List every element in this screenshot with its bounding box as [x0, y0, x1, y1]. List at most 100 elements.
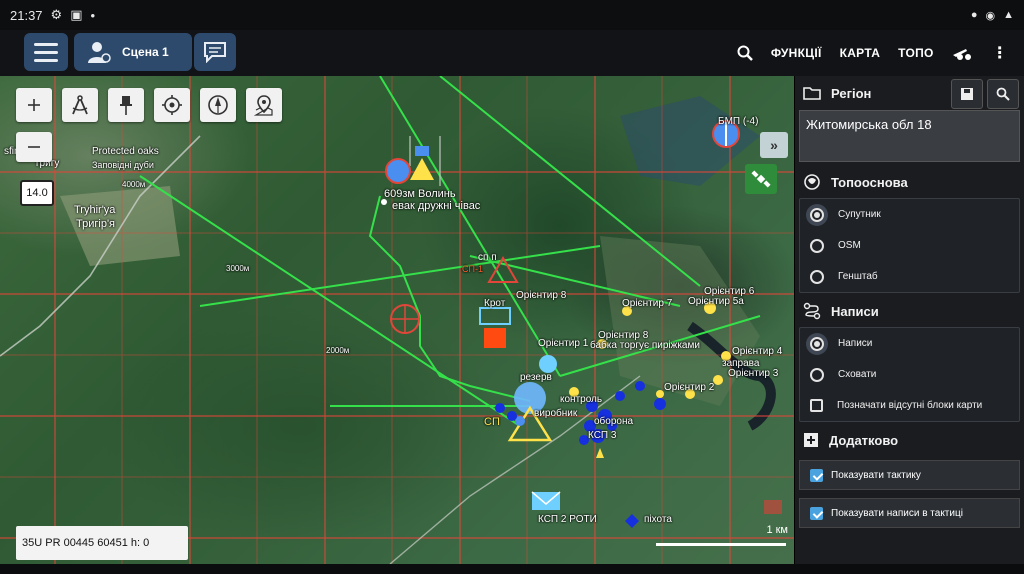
measure-button[interactable]	[62, 88, 98, 122]
collapse-panel-button[interactable]: »	[760, 132, 788, 158]
labels-title: Написи	[831, 303, 879, 319]
north-button[interactable]	[200, 88, 236, 122]
map-label: сп п	[478, 252, 497, 263]
more-icon[interactable]: ⋮	[992, 43, 1008, 63]
map-label: оборона	[594, 416, 634, 427]
region-value: Житомирська обл 18	[806, 117, 932, 132]
topo-section-header: Топооснова	[795, 166, 1024, 198]
show-tactics-option[interactable]: Показувати тактику	[799, 460, 1020, 490]
extra-title: Додатково	[829, 432, 899, 448]
labels-option-show[interactable]: Написи	[800, 328, 1019, 359]
region-title: Регіон	[831, 85, 872, 101]
region-search-button[interactable]	[987, 79, 1019, 109]
option-label: Показувати тактику	[831, 469, 921, 481]
topo-title: Топооснова	[831, 174, 908, 190]
pin-icon	[120, 96, 132, 115]
map-label: Крот	[484, 298, 506, 309]
region-input[interactable]: Житомирська обл 18	[799, 110, 1020, 162]
radio-button[interactable]	[810, 336, 824, 351]
radio-button[interactable]	[810, 367, 824, 382]
minus-icon	[28, 146, 40, 148]
map-label: 4000м	[122, 180, 146, 189]
topo-option-satellite[interactable]: Супутник	[800, 199, 1019, 230]
checkbox[interactable]	[810, 468, 823, 482]
labels-section-header: Написи	[795, 295, 1024, 327]
location-icon: ●	[970, 9, 978, 21]
map-view[interactable]: sfin Тригу Protected oaks Заповідні дуби…	[0, 76, 794, 564]
map-label: Тригір'я	[76, 218, 115, 230]
scale-line	[656, 543, 786, 546]
menu-button[interactable]	[24, 33, 68, 71]
chat-button[interactable]	[194, 33, 236, 71]
map-label: Орієнтир 2	[664, 382, 715, 393]
map-label: Орієнтир 5а	[688, 296, 744, 307]
save-button[interactable]	[951, 79, 983, 109]
pin-button[interactable]	[108, 88, 144, 122]
coordinates-readout: 35U PR 00445 60451 h: 0	[16, 526, 188, 560]
layers-icon	[804, 174, 820, 190]
map-marker-button[interactable]	[246, 88, 282, 122]
labels-option-hide[interactable]: Сховати	[800, 359, 1019, 390]
checkbox[interactable]	[810, 399, 823, 412]
dot-icon: •	[90, 7, 96, 23]
topo-option-osm[interactable]: OSM	[800, 230, 1019, 261]
map-label: Protected oaks	[92, 146, 159, 157]
checkbox[interactable]	[810, 506, 823, 520]
map-label: СП-1	[462, 264, 483, 274]
nav-topo[interactable]: ТОПО	[898, 46, 934, 60]
map-label: Орієнтир 4	[732, 346, 783, 357]
chat-icon	[204, 42, 226, 63]
add-box-icon	[804, 433, 818, 447]
scale-label: 1 км	[766, 524, 788, 536]
gear-icon: ⚙	[50, 7, 63, 22]
topo-option-genshtab[interactable]: Генштаб	[800, 261, 1019, 292]
map-label: контроль	[560, 394, 603, 405]
missing-blocks-option[interactable]: Позначати відсутні блоки карти	[800, 390, 1019, 421]
option-label: Показувати написи в тактиці	[831, 507, 963, 519]
option-label: Супутник	[838, 209, 881, 220]
eye-icon: ◉	[985, 9, 996, 22]
map-label: КСП 3	[588, 430, 617, 441]
scale-bar: 1 км	[656, 524, 788, 548]
scene-button[interactable]: Сцена 1	[74, 33, 192, 71]
folder-icon	[803, 87, 821, 100]
radio-button[interactable]	[810, 269, 824, 284]
radio-button[interactable]	[810, 207, 824, 222]
show-tactics-labels-option[interactable]: Показувати написи в тактиці	[799, 498, 1020, 528]
route-icon	[803, 302, 821, 320]
target-icon	[162, 95, 182, 115]
clock: 21:37	[10, 7, 43, 23]
map-label: Орієнтир 3	[728, 368, 779, 379]
image-icon: ▣	[70, 7, 83, 22]
plus-icon	[28, 99, 40, 111]
search-icon	[996, 87, 1010, 101]
search-icon[interactable]	[737, 45, 753, 61]
map-label: 609зм Волинь	[384, 188, 456, 200]
menu-icon	[34, 42, 58, 46]
menu-icon-line	[34, 50, 58, 54]
add-point-button[interactable]	[16, 88, 52, 122]
map-pin-icon	[253, 95, 273, 116]
artillery-icon[interactable]	[952, 45, 974, 61]
option-label: Написи	[838, 338, 873, 349]
status-bar: 21:37 ⚙ ▣ • ● ◉ ▲	[0, 0, 1024, 30]
wifi-icon: ▲	[1003, 9, 1014, 21]
map-label: БМП (-4)	[718, 116, 759, 127]
zoom-out-button[interactable]	[16, 132, 52, 162]
save-icon	[961, 88, 973, 100]
option-label: Позначати відсутні блоки карти	[837, 400, 983, 411]
map-label: Заповідні дуби	[92, 160, 154, 170]
option-label: Генштаб	[838, 271, 878, 282]
nav-functions[interactable]: ФУНКЦІЇ	[771, 46, 822, 60]
app-bar: Сцена 1 ФУНКЦІЇ КАРТА ТОПО ⋮	[0, 30, 1024, 76]
topo-options: Супутник OSM Генштаб	[799, 198, 1020, 293]
option-label: Сховати	[838, 369, 877, 380]
radio-button[interactable]	[810, 238, 824, 253]
satellite-layer-button[interactable]	[745, 164, 777, 194]
option-label: OSM	[838, 240, 861, 251]
compass-icon	[72, 95, 88, 115]
north-icon	[208, 95, 228, 115]
locate-button[interactable]	[154, 88, 190, 122]
system-nav-bar	[0, 564, 1024, 574]
nav-map[interactable]: КАРТА	[840, 46, 881, 60]
